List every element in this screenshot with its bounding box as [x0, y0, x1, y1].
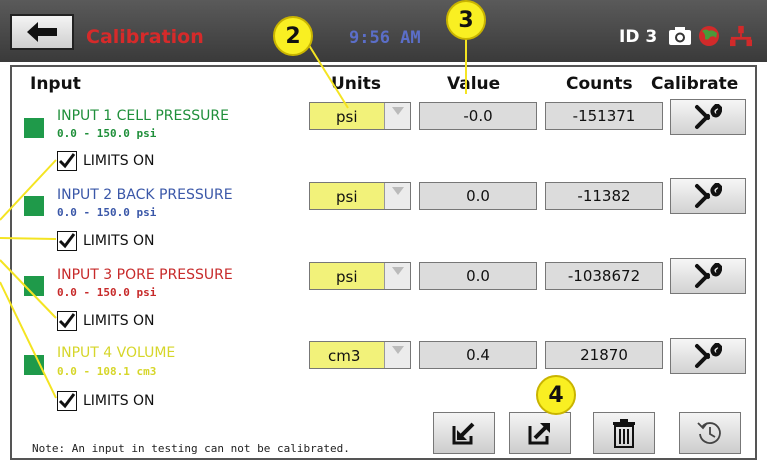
- network-icon[interactable]: [729, 25, 753, 47]
- input-2-value-field: 0.0: [419, 182, 537, 210]
- input-2-unit-value: psi: [336, 188, 358, 206]
- wrench-icon: [695, 263, 722, 288]
- back-arrow-icon: [27, 22, 57, 42]
- input-2-limits-label: LIMITS ON: [83, 233, 155, 249]
- input-1-value-field: -0.0: [419, 102, 537, 130]
- page-title: Calibration: [86, 26, 204, 48]
- input-3-status-indicator: [24, 276, 44, 296]
- dropdown-arrow-icon[interactable]: [384, 183, 410, 209]
- callout-badge-4: 4: [536, 375, 576, 415]
- input-3-limits-label: LIMITS ON: [83, 313, 155, 329]
- input-2-calibrate-button[interactable]: [670, 178, 746, 214]
- input-4-units-select[interactable]: cm3: [309, 341, 411, 369]
- checkmark-icon: [58, 233, 76, 249]
- callout-badge-3: 3: [446, 0, 486, 40]
- export-icon: [528, 423, 550, 445]
- input-1-units-select[interactable]: psi: [309, 102, 411, 130]
- input-4-limits-checkbox[interactable]: [57, 391, 77, 411]
- input-2-limits-checkbox[interactable]: [57, 231, 77, 251]
- device-id: ID 3: [619, 27, 658, 47]
- input-4-unit-value: cm3: [328, 347, 361, 365]
- input-4-name: INPUT 4 VOLUME: [57, 345, 176, 361]
- input-1-status-indicator: [24, 118, 44, 138]
- camera-icon[interactable]: [668, 25, 692, 47]
- delete-button[interactable]: [593, 412, 655, 454]
- input-4-range: 0.0 - 108.1 cm3: [57, 365, 157, 378]
- input-1-limits-label: LIMITS ON: [83, 153, 155, 169]
- calibration-note: Note: An input in testing can not be cal…: [32, 442, 350, 455]
- input-4-counts-field: 21870: [545, 341, 663, 369]
- dropdown-arrow-icon[interactable]: [384, 103, 410, 129]
- column-header-units: Units: [331, 74, 381, 94]
- dropdown-arrow-icon[interactable]: [384, 263, 410, 289]
- import-button[interactable]: [433, 412, 495, 454]
- wrench-icon: [695, 343, 722, 368]
- column-header-calibrate: Calibrate: [651, 74, 739, 94]
- input-1-calibrate-button[interactable]: [670, 99, 746, 135]
- input-2-units-select[interactable]: psi: [309, 182, 411, 210]
- wrench-icon: [695, 183, 722, 208]
- wrench-icon: [695, 104, 722, 129]
- restore-button[interactable]: [679, 412, 741, 454]
- dropdown-arrow-icon[interactable]: [384, 342, 410, 368]
- input-3-counts-field: -1038672: [545, 262, 663, 290]
- input-2-status-indicator: [24, 196, 44, 216]
- callout-badge-2: 2: [273, 16, 313, 56]
- clock-time: 9:56 AM: [349, 28, 421, 48]
- restore-icon: [697, 422, 721, 444]
- input-3-units-select[interactable]: psi: [309, 262, 411, 290]
- header-bar: Calibration 9:56 AM ID 3: [0, 0, 767, 62]
- input-3-range: 0.0 - 150.0 psi: [57, 286, 157, 299]
- input-3-name: INPUT 3 PORE PRESSURE: [57, 267, 233, 283]
- back-button[interactable]: [10, 14, 74, 50]
- globe-icon[interactable]: [697, 25, 721, 47]
- input-2-range: 0.0 - 150.0 psi: [57, 206, 157, 219]
- input-1-counts-field: -151371: [545, 102, 663, 130]
- input-4-value-field: 0.4: [419, 341, 537, 369]
- input-4-calibrate-button[interactable]: [670, 338, 746, 374]
- input-3-unit-value: psi: [336, 268, 358, 286]
- input-3-value-field: 0.0: [419, 262, 537, 290]
- input-1-range: 0.0 - 150.0 psi: [57, 127, 157, 140]
- input-3-limits-checkbox[interactable]: [57, 311, 77, 331]
- input-4-status-indicator: [24, 355, 44, 375]
- column-header-counts: Counts: [566, 74, 633, 94]
- input-4-limits-label: LIMITS ON: [83, 393, 155, 409]
- checkmark-icon: [58, 393, 76, 409]
- import-icon: [452, 422, 475, 445]
- checkmark-icon: [58, 313, 76, 329]
- trash-icon: [613, 419, 635, 448]
- column-header-input: Input: [30, 74, 81, 94]
- checkmark-icon: [58, 153, 76, 169]
- input-2-name: INPUT 2 BACK PRESSURE: [57, 187, 233, 203]
- column-header-value: Value: [447, 74, 501, 94]
- input-1-unit-value: psi: [336, 108, 358, 126]
- input-1-name: INPUT 1 CELL PRESSURE: [57, 108, 229, 124]
- export-button[interactable]: [509, 412, 571, 454]
- input-1-limits-checkbox[interactable]: [57, 151, 77, 171]
- input-2-counts-field: -11382: [545, 182, 663, 210]
- input-3-calibrate-button[interactable]: [670, 258, 746, 294]
